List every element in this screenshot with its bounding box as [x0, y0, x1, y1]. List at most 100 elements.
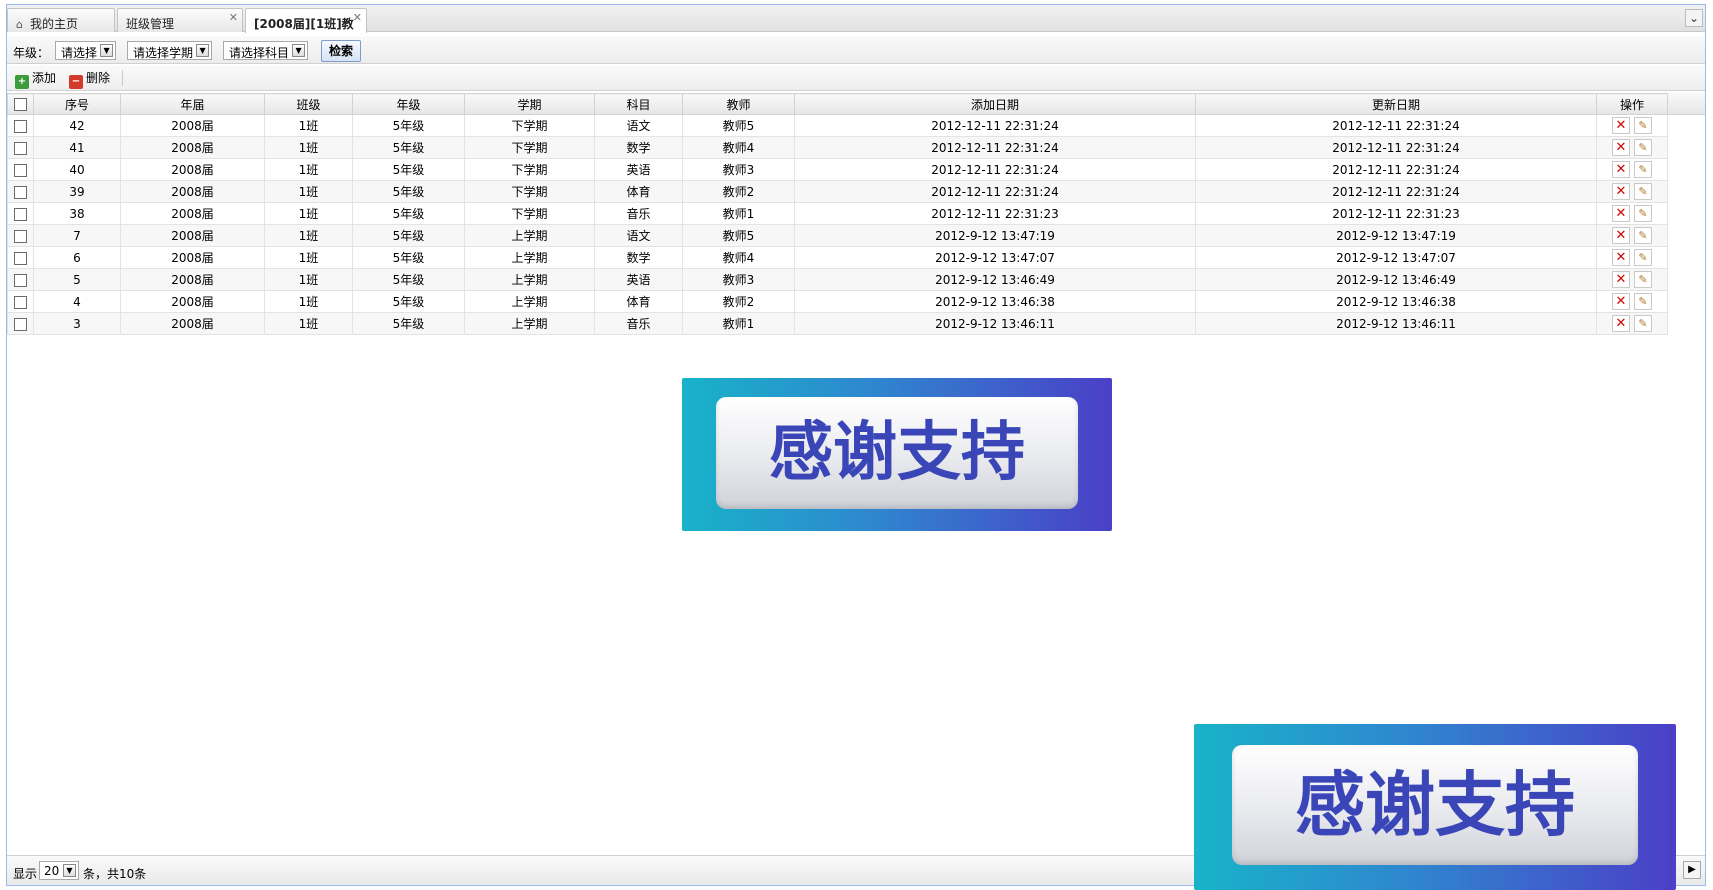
row-checkbox[interactable] — [14, 141, 27, 155]
tab-scroll-down-icon[interactable]: ⌄ — [1685, 9, 1703, 27]
row-checkbox[interactable] — [14, 207, 27, 221]
row-edit-icon[interactable]: ✎ — [1634, 227, 1652, 244]
cell-grade: 5年级 — [352, 202, 465, 225]
row-checkbox[interactable] — [14, 119, 27, 133]
term-select[interactable]: 请选择学期 ▼ — [127, 41, 213, 60]
table-row[interactable]: 42 2008届 1班 5年级 下学期 语文 教师5 2012-12-11 22:31:24 2… — [7, 114, 1668, 137]
select-all-checkbox[interactable] — [14, 98, 27, 111]
cell-created: 2012-12-11 22:31:24 — [794, 180, 1196, 203]
page-size-select[interactable]: 20 ▼ — [39, 861, 79, 880]
table-row[interactable]: 3 2008届 1班 5年级 上学期 音乐 教师1 2012-9-12 13:46:11 201… — [7, 312, 1668, 335]
subject-select[interactable]: 请选择科目 ▼ — [223, 41, 309, 60]
grade-select[interactable]: 请选择 ▼ — [55, 41, 117, 60]
row-delete-icon[interactable]: ✕ — [1612, 117, 1630, 134]
cell-class: 1班 — [264, 290, 353, 313]
table-row[interactable]: 41 2008届 1班 5年级 下学期 数学 教师4 2012-12-11 22:31:24 2… — [7, 136, 1668, 159]
row-edit-icon[interactable]: ✎ — [1634, 205, 1652, 222]
row-actions-cell: ✕ ✎ — [1596, 246, 1668, 269]
row-delete-icon[interactable]: ✕ — [1612, 161, 1630, 178]
cell-teacher: 教师5 — [682, 224, 795, 247]
row-delete-icon[interactable]: ✕ — [1612, 183, 1630, 200]
row-delete-icon[interactable]: ✕ — [1612, 227, 1630, 244]
table-row[interactable]: 4 2008届 1班 5年级 上学期 体育 教师2 2012-9-12 13:46:38 201… — [7, 290, 1668, 313]
col-header-term[interactable]: 学期 — [464, 93, 595, 115]
row-edit-icon[interactable]: ✎ — [1634, 183, 1652, 200]
cell-term: 上学期 — [464, 246, 595, 269]
row-edit-icon[interactable]: ✎ — [1634, 117, 1652, 134]
next-page-icon[interactable]: ▶ — [1683, 861, 1701, 879]
row-edit-icon[interactable]: ✎ — [1634, 249, 1652, 266]
row-delete-icon[interactable]: ✕ — [1612, 205, 1630, 222]
row-select-cell — [7, 136, 34, 159]
row-checkbox[interactable] — [14, 229, 27, 243]
col-header-subject[interactable]: 科目 — [594, 93, 683, 115]
row-checkbox[interactable] — [14, 317, 27, 331]
cell-grade: 5年级 — [352, 246, 465, 269]
row-delete-icon[interactable]: ✕ — [1612, 293, 1630, 310]
close-icon[interactable]: ✕ — [353, 11, 362, 24]
row-checkbox[interactable] — [14, 163, 27, 177]
col-header-id[interactable]: 序号 — [33, 93, 121, 115]
table-row[interactable]: 7 2008届 1班 5年级 上学期 语文 教师5 2012-9-12 13:47:19 201… — [7, 224, 1668, 247]
cell-term: 上学期 — [464, 312, 595, 335]
row-edit-icon[interactable]: ✎ — [1634, 139, 1652, 156]
row-checkbox[interactable] — [14, 251, 27, 265]
row-select-cell — [7, 224, 34, 247]
grid-header-filler — [1667, 93, 1705, 115]
row-checkbox[interactable] — [14, 185, 27, 199]
row-delete-icon[interactable]: ✕ — [1612, 139, 1630, 156]
col-header-actions: 操作 — [1596, 93, 1668, 115]
cell-created: 2012-12-11 22:31:24 — [794, 136, 1196, 159]
table-row[interactable]: 6 2008届 1班 5年级 上学期 数学 教师4 2012-9-12 13:47:07 201… — [7, 246, 1668, 269]
cell-subject: 英语 — [594, 268, 683, 291]
cell-subject: 体育 — [594, 290, 683, 313]
cell-updated: 2012-9-12 13:46:11 — [1195, 312, 1597, 335]
tab-home[interactable]: ⌂ 我的主页 — [7, 8, 115, 32]
row-edit-icon[interactable]: ✎ — [1634, 271, 1652, 288]
tab-class-management[interactable]: 班级管理 ✕ — [117, 8, 243, 32]
col-header-teacher[interactable]: 教师 — [682, 93, 795, 115]
thanks-banner-text: 感谢支持 — [716, 397, 1078, 509]
row-checkbox[interactable] — [14, 295, 27, 309]
chevron-down-icon: ▼ — [196, 44, 210, 57]
table-row[interactable]: 40 2008届 1班 5年级 下学期 英语 教师3 2012-12-11 22:31:24 2… — [7, 158, 1668, 181]
row-edit-icon[interactable]: ✎ — [1634, 161, 1652, 178]
add-button[interactable]: + 添加 — [15, 70, 56, 89]
row-edit-icon[interactable]: ✎ — [1634, 293, 1652, 310]
cell-grade: 5年级 — [352, 158, 465, 181]
col-header-class[interactable]: 班级 — [264, 93, 353, 115]
cell-subject: 数学 — [594, 136, 683, 159]
add-icon: + — [15, 75, 29, 89]
cell-id: 7 — [33, 224, 121, 247]
cell-teacher: 教师5 — [682, 114, 795, 137]
data-grid: 序号 年届 班级 年级 学期 科目 教师 添加日期 更新日期 操作 42 2008… — [7, 93, 1668, 335]
chevron-down-icon: ▼ — [292, 44, 306, 57]
table-row[interactable]: 38 2008届 1班 5年级 下学期 音乐 教师1 2012-12-11 22:31:23 2… — [7, 202, 1668, 225]
col-header-year[interactable]: 年届 — [120, 93, 265, 115]
col-header-created[interactable]: 添加日期 — [794, 93, 1196, 115]
tab-label: 我的主页 — [30, 17, 79, 31]
delete-button[interactable]: − 删除 — [69, 70, 110, 89]
chevron-down-icon: ▼ — [63, 864, 76, 877]
table-row[interactable]: 39 2008届 1班 5年级 下学期 体育 教师2 2012-12-11 22:31:24 2… — [7, 180, 1668, 203]
row-delete-icon[interactable]: ✕ — [1612, 315, 1630, 332]
cell-grade: 5年级 — [352, 224, 465, 247]
cell-teacher: 教师2 — [682, 290, 795, 313]
row-delete-icon[interactable]: ✕ — [1612, 271, 1630, 288]
row-actions-cell: ✕ ✎ — [1596, 268, 1668, 291]
cell-teacher: 教师4 — [682, 246, 795, 269]
row-delete-icon[interactable]: ✕ — [1612, 249, 1630, 266]
search-button[interactable]: 检索 — [321, 40, 361, 62]
col-header-updated[interactable]: 更新日期 — [1195, 93, 1597, 115]
row-select-cell — [7, 114, 34, 137]
table-row[interactable]: 5 2008届 1班 5年级 上学期 英语 教师3 2012-9-12 13:46:49 201… — [7, 268, 1668, 291]
grade-select-value: 请选择 — [61, 46, 98, 60]
tab-class-teachers[interactable]: [2008届][1班]教 ✕ — [245, 8, 367, 33]
cell-year: 2008届 — [120, 268, 265, 291]
col-header-grade[interactable]: 年级 — [352, 93, 465, 115]
close-icon[interactable]: ✕ — [229, 11, 238, 24]
row-edit-icon[interactable]: ✎ — [1634, 315, 1652, 332]
cell-class: 1班 — [264, 136, 353, 159]
row-select-cell — [7, 268, 34, 291]
row-checkbox[interactable] — [14, 273, 27, 287]
